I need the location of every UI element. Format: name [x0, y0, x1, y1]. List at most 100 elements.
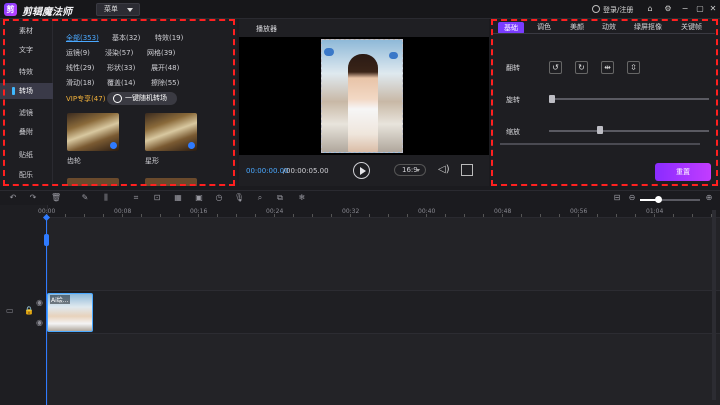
zoom-in-icon[interactable]: ⊕	[704, 193, 714, 203]
category-filter[interactable]: 滤镜	[0, 105, 53, 121]
random-transition-label: 一键随机转场	[125, 94, 167, 102]
freeze-icon[interactable]: ❄	[297, 193, 307, 203]
filter-all[interactable]: 全部(353)	[66, 33, 99, 43]
category-material[interactable]: 素材	[0, 23, 53, 39]
category-transition[interactable]: 转场	[0, 83, 53, 99]
download-icon[interactable]	[110, 142, 117, 149]
flip-vertical-icon[interactable]: ⇳	[627, 61, 640, 74]
random-transition-button[interactable]: 一键随机转场	[107, 92, 177, 105]
app-logo-icon: 剪	[4, 3, 17, 16]
fullscreen-icon[interactable]	[461, 164, 473, 176]
tab-color[interactable]: 调色	[537, 22, 551, 32]
settings-icon[interactable]: ⚙	[663, 4, 673, 14]
aspect-ratio-select[interactable]: 16:9	[394, 164, 426, 176]
tab-green-screen[interactable]: 绿屏抠像	[634, 22, 662, 32]
filter-ink[interactable]: 浸染(57)	[105, 48, 133, 58]
timeline-scrollbar[interactable]	[712, 210, 716, 400]
voiceover-icon[interactable]: ⌕	[255, 193, 265, 203]
transition-thumb-star[interactable]	[145, 113, 197, 151]
menu-button[interactable]: 菜单	[96, 3, 140, 16]
minimize-icon[interactable]: −	[680, 4, 690, 14]
filter-grid[interactable]: 网格(39)	[147, 48, 175, 58]
filter-linear[interactable]: 线性(29)	[66, 63, 94, 73]
rotate-left-icon[interactable]: ↺	[549, 61, 562, 74]
restore-icon[interactable]: ▢	[695, 4, 705, 14]
category-overlay[interactable]: 叠附	[0, 124, 53, 140]
reset-button[interactable]: 重置	[655, 163, 711, 181]
ruler-tick	[407, 214, 408, 217]
filter-special[interactable]: 特效(19)	[155, 33, 183, 43]
play-icon	[360, 167, 366, 175]
ruler-tick	[483, 214, 484, 217]
login-link[interactable]: 登录/注册	[603, 5, 633, 15]
category-text[interactable]: 文字	[0, 42, 53, 58]
ruler-tick	[103, 214, 104, 217]
scale-slider-thumb[interactable]	[597, 126, 603, 134]
crop-icon[interactable]: ⌗	[131, 193, 141, 203]
clip-label: Ai绘...	[50, 295, 70, 304]
filter-motion[interactable]: 运镜(9)	[66, 48, 90, 58]
ruler-tick	[559, 214, 560, 217]
speed-icon[interactable]: ◷	[214, 193, 224, 203]
category-music[interactable]: 配乐	[0, 167, 53, 183]
volume-icon[interactable]: ◁)	[438, 164, 450, 176]
filter-basic[interactable]: 基本(32)	[112, 33, 140, 43]
zoom-out-icon[interactable]: ⊖	[627, 193, 637, 203]
close-icon[interactable]: ✕	[708, 4, 718, 14]
rotate-right-icon[interactable]: ↻	[575, 61, 588, 74]
category-sticker[interactable]: 贴纸	[0, 147, 53, 163]
eye-icon[interactable]: ◉	[36, 298, 43, 307]
duplicate-icon[interactable]: ⧉	[275, 193, 285, 203]
playhead-line[interactable]	[46, 218, 47, 405]
home-icon[interactable]: ⌂	[645, 4, 655, 14]
transition-thumb-partial[interactable]	[67, 178, 119, 186]
filter-shape[interactable]: 形状(33)	[107, 63, 135, 73]
tab-motion[interactable]: 动效	[602, 22, 616, 32]
microphone-icon[interactable]: 🎙	[234, 193, 244, 203]
picture-icon[interactable]: ▣	[194, 193, 204, 203]
ruler-tick	[160, 214, 161, 217]
rotate-slider-thumb[interactable]	[549, 95, 555, 103]
transform-icon[interactable]: ⊡	[152, 193, 162, 203]
ruler-tick	[616, 214, 617, 217]
property-scrollbar[interactable]	[500, 143, 700, 145]
edit-icon[interactable]: ✎	[80, 193, 90, 203]
download-icon[interactable]	[188, 142, 195, 149]
playhead-handle[interactable]	[44, 234, 49, 246]
filter-erase[interactable]: 擦除(55)	[151, 78, 179, 88]
redo-icon[interactable]: ↷	[28, 193, 38, 203]
play-button[interactable]	[353, 162, 370, 179]
rotate-slider-track[interactable]	[549, 98, 709, 100]
filter-vip[interactable]: VIP专享(47)	[66, 94, 105, 104]
filter-unfold[interactable]: 展开(48)	[151, 63, 179, 73]
tab-beauty[interactable]: 美颜	[570, 22, 584, 32]
fit-timeline-icon[interactable]: ⊟	[612, 193, 622, 203]
timeline-ruler[interactable]	[48, 205, 720, 218]
filter-cover[interactable]: 覆盖(14)	[107, 78, 135, 88]
split-icon[interactable]: ⫼	[101, 193, 111, 203]
ruler-tick	[312, 214, 313, 217]
delete-icon[interactable]: 🗑	[51, 193, 61, 203]
video-track[interactable]	[48, 290, 720, 334]
zoom-slider-thumb[interactable]	[655, 196, 662, 203]
category-nav: 素材 文字 特效 转场 滤镜 叠附 贴纸 配乐	[0, 19, 53, 186]
undo-icon[interactable]: ↶	[8, 193, 18, 203]
player-title: 播放器	[256, 25, 277, 33]
transition-thumb-gear[interactable]	[67, 113, 119, 151]
mosaic-icon[interactable]: ▦	[173, 193, 183, 203]
tab-divider	[493, 33, 715, 34]
user-icon[interactable]	[592, 5, 600, 13]
tab-keyframe[interactable]: 关键帧	[681, 22, 702, 32]
video-preview-frame[interactable]	[321, 39, 403, 153]
ruler-tick	[122, 214, 123, 217]
lock-icon[interactable]: 🔒	[24, 306, 34, 315]
mute-icon[interactable]: ◉	[36, 318, 43, 327]
category-effects[interactable]: 特效	[0, 64, 53, 80]
scale-slider-track[interactable]	[549, 130, 709, 132]
transition-thumb-partial[interactable]	[145, 178, 197, 186]
total-time: 00:00:05.00	[286, 167, 329, 175]
property-panel	[491, 19, 720, 186]
flip-horizontal-icon[interactable]: ⇹	[601, 61, 614, 74]
filter-slide[interactable]: 滑动(18)	[66, 78, 94, 88]
ruler-tick	[369, 214, 370, 217]
